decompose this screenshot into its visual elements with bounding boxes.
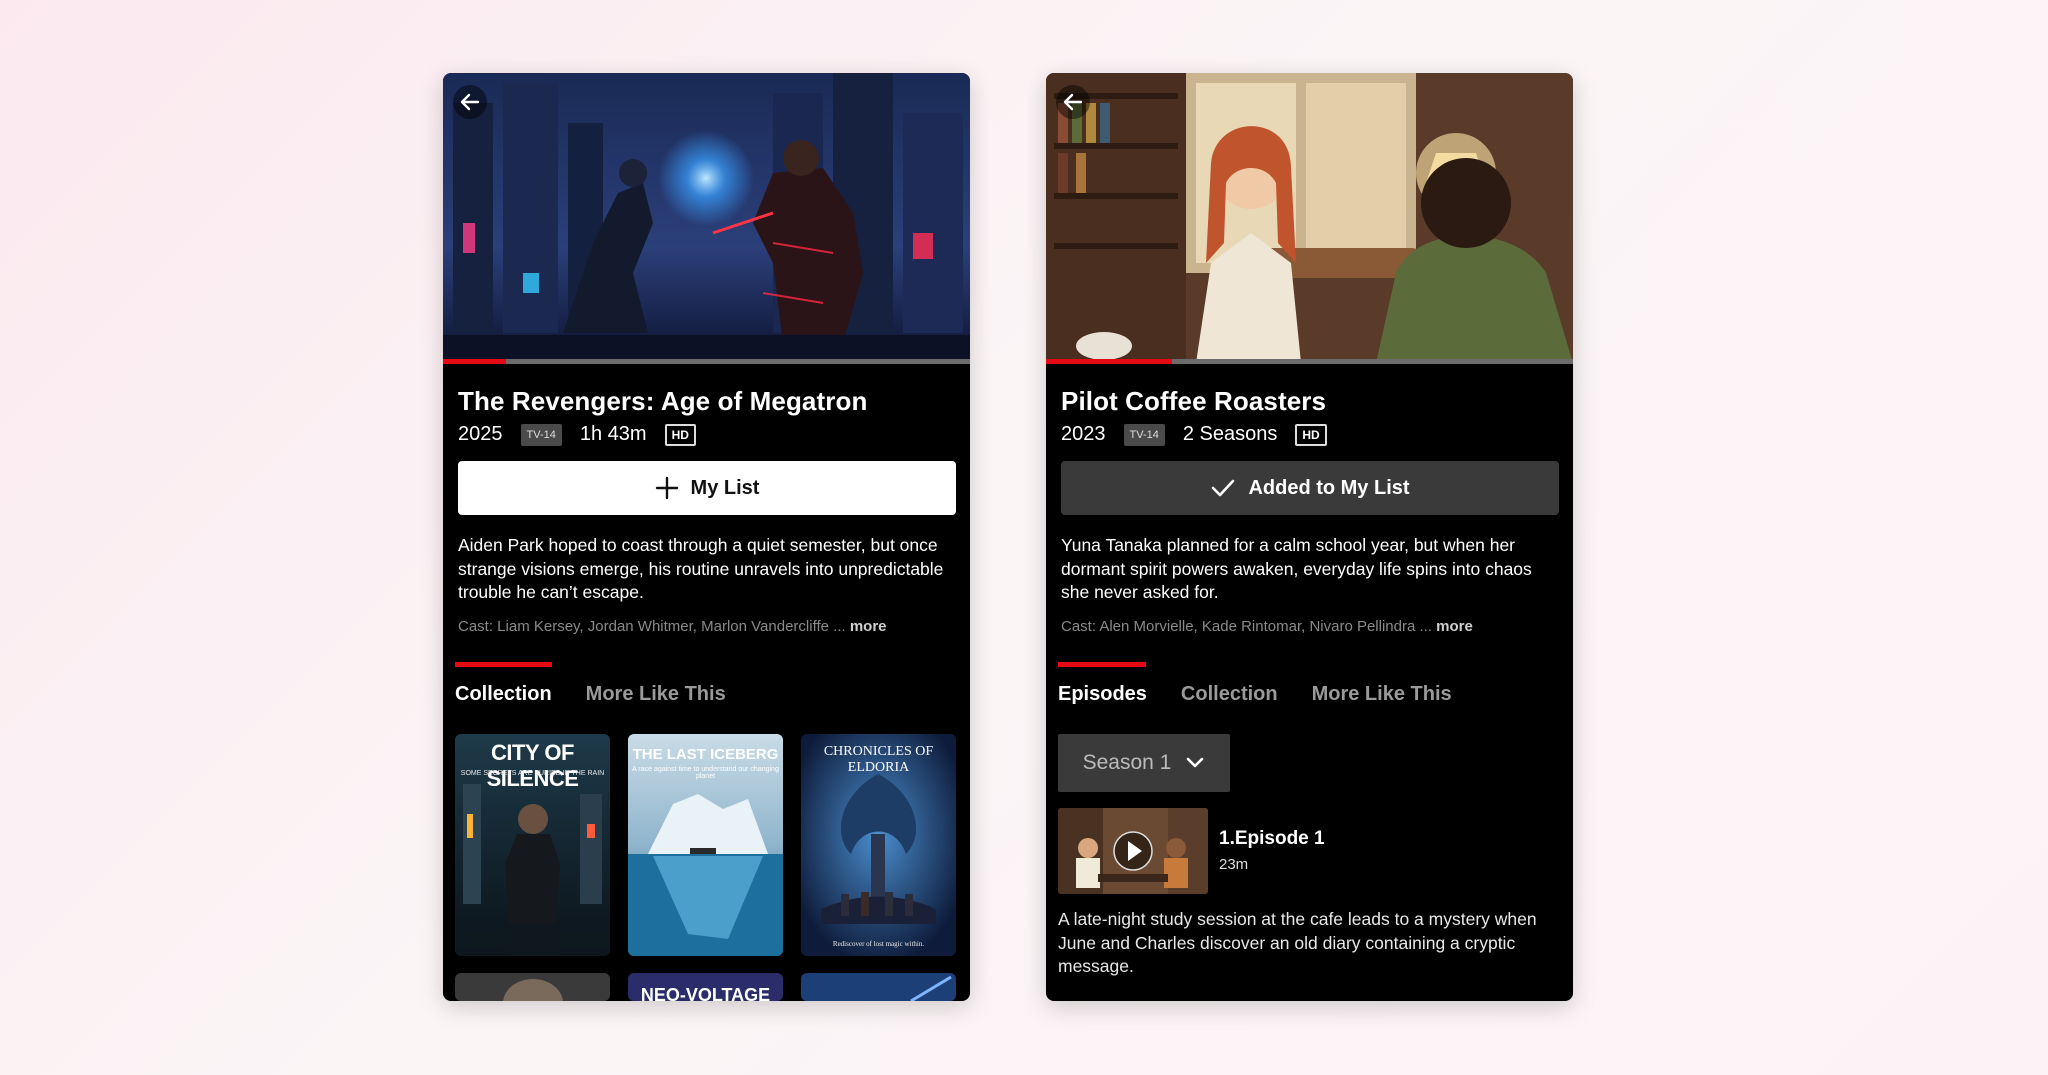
hero-artwork[interactable] bbox=[443, 73, 970, 363]
poster-row2-3[interactable] bbox=[801, 973, 956, 1001]
plus-icon bbox=[655, 476, 678, 500]
maturity-rating-badge: TV-14 bbox=[520, 423, 562, 446]
my-list-button[interactable]: My List bbox=[458, 461, 956, 515]
hd-badge: HD bbox=[1295, 423, 1327, 446]
poster-title: CHRONICLES OF ELDORIA bbox=[823, 744, 934, 775]
poster-chronicles-of-eldoria[interactable]: CHRONICLES OF ELDORIA Rediscover of lost… bbox=[801, 734, 956, 956]
playback-progress-fill bbox=[1046, 359, 1173, 364]
cast-line: Cast: Liam Kersey, Jordan Whitmer, Marlo… bbox=[458, 618, 887, 635]
show-title: The Revengers: Age of Megatron bbox=[458, 386, 868, 416]
my-list-label: My List bbox=[690, 476, 760, 499]
series-detail-screen: Pilot Coffee Roasters 2023 TV-14 2 Seaso… bbox=[1046, 73, 1573, 1001]
poster-city-of-silence[interactable]: CITY OF SILENCE SOME SECRETS ARE BURIED … bbox=[455, 734, 610, 956]
season-dropdown-value: Season 1 bbox=[1082, 751, 1172, 774]
season-count: 2 Seasons bbox=[1182, 423, 1278, 445]
playback-progress-fill bbox=[443, 359, 507, 364]
tab-more-like-this[interactable]: More Like This bbox=[1312, 683, 1452, 706]
content-tabs: Collection More Like This bbox=[455, 683, 726, 706]
maturity-rating-badge: TV-14 bbox=[1123, 423, 1165, 446]
poster-title: NEO-VOLTAGE bbox=[640, 985, 771, 1001]
cast-line: Cast: Alen Morvielle, Kade Rintomar, Niv… bbox=[1061, 618, 1473, 635]
release-year: 2023 bbox=[1061, 423, 1106, 445]
show-title: Pilot Coffee Roasters bbox=[1061, 386, 1327, 416]
synopsis: Aiden Park hoped to coast through a quie… bbox=[458, 535, 944, 602]
check-icon bbox=[1212, 479, 1235, 497]
hero-artwork[interactable] bbox=[1046, 73, 1573, 363]
poster-tagline: Rediscover of lost magic within. bbox=[832, 940, 925, 948]
poster-tagline: SOME SECRETS ARE BURIED IN THE RAIN bbox=[460, 770, 605, 777]
metadata-row: 2023 TV-14 2 Seasons HD bbox=[1061, 423, 1327, 446]
cast-list: Cast: Liam Kersey, Jordan Whitmer, Marlo… bbox=[458, 618, 846, 635]
playback-progress-bar[interactable] bbox=[443, 359, 970, 364]
playback-progress-bar[interactable] bbox=[1046, 359, 1573, 364]
poster-title: THE LAST ICEBERG bbox=[632, 746, 779, 763]
my-list-label: Added to My List bbox=[1248, 476, 1410, 499]
metadata-row: 2025 TV-14 1h 43m HD bbox=[458, 423, 696, 446]
episode-duration: 23m bbox=[1219, 856, 1249, 873]
back-arrow-icon bbox=[1063, 93, 1083, 111]
poster-neo-voltage[interactable]: NEO-VOLTAGE bbox=[628, 973, 783, 1001]
episode-description: A late-night study session at the cafe l… bbox=[1058, 909, 1537, 976]
added-to-my-list-button[interactable]: Added to My List bbox=[1061, 461, 1559, 515]
runtime: 1h 43m bbox=[579, 423, 647, 445]
synopsis: Yuna Tanaka planned for a calm school ye… bbox=[1061, 535, 1532, 602]
season-dropdown[interactable]: Season 1 bbox=[1058, 734, 1230, 792]
back-arrow-icon bbox=[460, 93, 480, 111]
active-tab-indicator bbox=[1058, 662, 1146, 667]
release-year: 2025 bbox=[458, 423, 503, 445]
tab-more-like-this[interactable]: More Like This bbox=[586, 683, 726, 706]
tab-collection[interactable]: Collection bbox=[455, 683, 552, 706]
content-tabs: Episodes Collection More Like This bbox=[1058, 683, 1452, 706]
tab-episodes[interactable]: Episodes bbox=[1058, 683, 1147, 706]
chevron-down-icon bbox=[1187, 757, 1204, 768]
poster-row2-1[interactable] bbox=[455, 973, 610, 1001]
poster-the-last-iceberg[interactable]: THE LAST ICEBERG A race against time to … bbox=[628, 734, 783, 956]
cast-more-link[interactable]: more bbox=[850, 618, 887, 635]
cast-list: Cast: Alen Morvielle, Kade Rintomar, Niv… bbox=[1061, 618, 1432, 635]
cast-more-link[interactable]: more bbox=[1436, 618, 1473, 635]
poster-tagline: A race against time to understand our ch… bbox=[632, 766, 779, 780]
back-button[interactable] bbox=[453, 85, 487, 119]
back-button[interactable] bbox=[1056, 85, 1090, 119]
movie-detail-screen: The Revengers: Age of Megatron 2025 TV-1… bbox=[443, 73, 970, 1001]
hd-badge: HD bbox=[664, 423, 696, 446]
episode-title[interactable]: 1.Episode 1 bbox=[1219, 828, 1325, 850]
episode-thumbnail[interactable] bbox=[1058, 808, 1208, 894]
poster-title: CITY OF SILENCE bbox=[486, 740, 579, 791]
tab-collection[interactable]: Collection bbox=[1181, 683, 1278, 706]
active-tab-indicator bbox=[455, 662, 552, 667]
